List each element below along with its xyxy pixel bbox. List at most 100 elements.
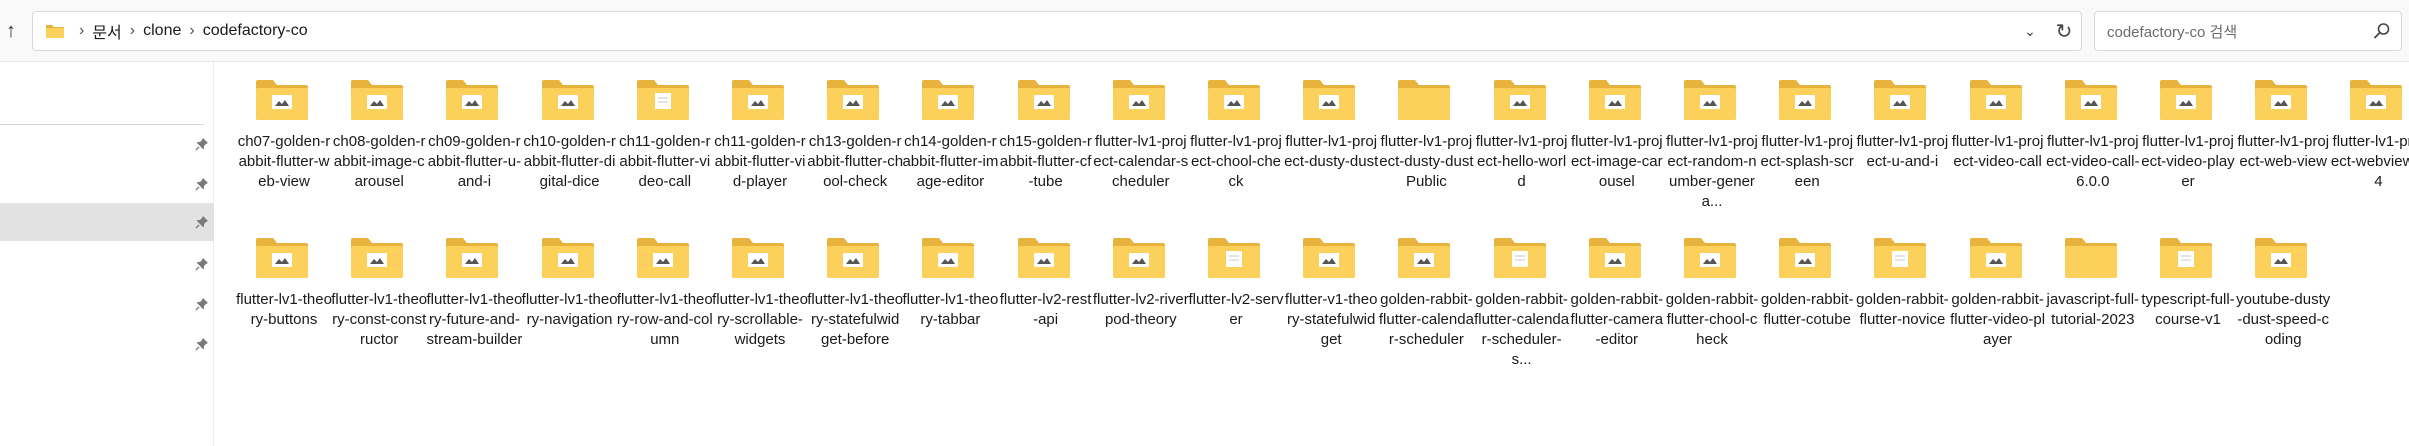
folder-icon xyxy=(922,80,975,120)
address-bar[interactable]: › 문서 › clone › codefactory-co ⌄ ↻ xyxy=(32,11,2082,51)
folder-label: flutter-lv1-project-calendar-scheduler xyxy=(1093,133,1189,190)
folder-item[interactable]: flutter-lv2-server xyxy=(1188,228,1284,368)
pin-icon xyxy=(195,178,208,191)
breadcrumb-documents[interactable]: 문서 xyxy=(92,19,121,43)
search-icon[interactable] xyxy=(2373,22,2391,40)
folder-icon xyxy=(1208,80,1260,120)
folder-item[interactable]: flutter-lv1-project-web-view xyxy=(2235,70,2329,210)
chevron-down-icon[interactable]: ⌄ xyxy=(2013,23,2047,40)
folder-label: flutter-lv2-riverpod-theory xyxy=(1092,291,1189,328)
address-toolbar: ↑ › 문서 › clone › codefactory-co ⌄ ↻ xyxy=(0,0,2409,62)
up-button[interactable]: ↑ xyxy=(0,15,22,47)
folder-item[interactable]: flutter-lv1-theory-future-and-stream-bui… xyxy=(426,228,522,368)
folder-item[interactable]: flutter-lv1-project-dusty-dust Public xyxy=(1378,70,1474,210)
folder-item[interactable]: flutter-lv1-theory-buttons xyxy=(236,228,332,368)
folder-label: flutter-lv1-theory-future-and-stream-bui… xyxy=(426,291,523,348)
folder-item[interactable]: flutter-v1-theory-statefulwidget xyxy=(1283,228,1377,368)
folder-item[interactable]: flutter-lv1-theory-statefulwidget-before xyxy=(807,228,903,368)
folder-icon xyxy=(1684,238,1736,278)
folder-item[interactable]: golden-rabbit-flutter-calendar-scheduler… xyxy=(1474,228,1569,368)
folder-item[interactable]: typescript-full-course-v1 xyxy=(2140,228,2235,368)
folder-icon xyxy=(922,238,975,278)
folder-icon xyxy=(1588,80,1641,120)
folder-item[interactable]: flutter-lv1-theory-row-and-column xyxy=(617,228,713,368)
pin-icon xyxy=(195,298,208,311)
nav-pinned-item[interactable] xyxy=(0,165,214,203)
nav-pinned-item[interactable] xyxy=(0,125,214,163)
folder-item[interactable]: flutter-lv2-riverpod-theory xyxy=(1093,228,1189,368)
folder-item[interactable]: flutter-lv1-project-video-call xyxy=(1950,70,2043,210)
folder-label: flutter-lv1-project-dusty-dust xyxy=(1284,133,1379,170)
folder-item[interactable]: flutter-lv1-project-u-and-i xyxy=(1854,70,1948,210)
folder-item[interactable]: flutter-lv1-project-webview-v4 xyxy=(2330,70,2409,210)
folder-item[interactable]: flutter-lv1-project-hello-world xyxy=(1474,70,1567,210)
breadcrumb-codefactory-co[interactable]: codefactory-co xyxy=(203,22,308,40)
folder-icon xyxy=(1398,80,1451,120)
folder-icon xyxy=(2255,80,2308,120)
folder-item[interactable]: flutter-lv1-theory-navigation xyxy=(522,228,618,368)
folder-item[interactable]: ch11-golden-rabbit-flutter-video-call xyxy=(617,70,711,210)
folder-label: flutter-lv1-project-dusty-dust Public xyxy=(1379,133,1474,190)
folder-icon xyxy=(256,238,308,278)
refresh-icon[interactable]: ↻ xyxy=(2047,19,2081,44)
folder-icon xyxy=(1684,80,1736,120)
folder-label: flutter-v1-theory-statefulwidget xyxy=(1284,291,1378,348)
nav-pinned-item[interactable] xyxy=(0,285,214,323)
folder-label: flutter-lv1-project-random-number-genera… xyxy=(1666,133,1758,210)
folder-item[interactable]: flutter-lv1-project-image-carousel xyxy=(1569,70,1663,210)
folder-label: golden-rabbit-flutter-calendar-scheduler xyxy=(1378,291,1474,348)
folder-item[interactable]: flutter-lv1-project-calendar-scheduler xyxy=(1093,70,1188,210)
folder-item[interactable]: golden-rabbit-flutter-video-player xyxy=(1950,228,2045,368)
folder-label: flutter-lv2-rest-api xyxy=(999,291,1092,328)
folder-icon xyxy=(1112,238,1165,278)
folder-item[interactable]: flutter-lv2-rest-api xyxy=(998,228,1091,368)
folder-item[interactable]: ch09-golden-rabbit-flutter-u-and-i xyxy=(426,70,521,210)
folder-icon xyxy=(1588,238,1641,278)
nav-pinned-item[interactable] xyxy=(0,245,214,283)
folder-item[interactable]: flutter-lv1-theory-scrollable-widgets xyxy=(712,228,808,368)
folder-item[interactable]: javascript-full-tutorial-2023 xyxy=(2045,228,2139,368)
folder-item[interactable]: ch11-golden-rabbit-flutter-vid-player xyxy=(712,70,806,210)
folder-label: flutter-lv2-server xyxy=(1188,291,1284,328)
search-input[interactable] xyxy=(2105,12,2359,52)
folder-item[interactable]: flutter-lv1-project-random-number-genera… xyxy=(1664,70,1758,210)
pin-icon xyxy=(195,216,208,229)
folder-item[interactable]: flutter-lv1-theory-tabbar xyxy=(902,228,998,368)
folder-icon xyxy=(827,238,880,278)
breadcrumb-clone[interactable]: clone xyxy=(143,22,181,40)
nav-pinned-item[interactable] xyxy=(0,325,214,363)
folder-item[interactable]: golden-rabbit-flutter-camera-editor xyxy=(1569,228,1663,368)
folder-label: golden-rabbit-flutter-video-player xyxy=(1950,291,2046,348)
folder-label: golden-rabbit-flutter-cotube xyxy=(1760,291,1854,328)
folder-item[interactable]: ch13-golden-rabbit-flutter-chool-check xyxy=(807,70,903,210)
folder-item[interactable]: golden-rabbit-flutter-chool-check xyxy=(1664,228,1758,368)
folder-item[interactable]: flutter-lv1-project-chool-check xyxy=(1188,70,1282,210)
folder-icon xyxy=(732,238,784,278)
folder-item[interactable]: ch10-golden-rabbit-flutter-digital-dice xyxy=(522,70,616,210)
folder-item[interactable]: ch07-golden-rabbit-flutter-web-view xyxy=(236,70,330,210)
folder-item[interactable]: golden-rabbit-flutter-calendar-scheduler xyxy=(1378,228,1474,368)
search-box xyxy=(2094,11,2402,52)
breadcrumb-separator-icon: › xyxy=(189,22,195,39)
folder-label: flutter-lv1-project-image-carousel xyxy=(1570,133,1663,190)
folder-icon xyxy=(351,238,404,278)
folder-label: ch15-golden-rabbit-flutter-cf-tube xyxy=(999,133,1092,190)
folder-icon xyxy=(446,238,499,278)
navigation-pane xyxy=(0,62,214,446)
folder-item[interactable]: flutter-lv1-project-video-call-6.0.0 xyxy=(2045,70,2139,210)
nav-pinned-item[interactable] xyxy=(0,203,214,241)
folder-item[interactable]: ch08-golden-rabbit-image-carousel xyxy=(331,70,425,210)
folder-icon xyxy=(1017,238,1070,278)
folder-item[interactable]: flutter-lv1-project-video-player xyxy=(2140,70,2235,210)
folder-item[interactable]: youtube-dusty-dust-speed-coding xyxy=(2235,228,2330,368)
folder-item[interactable]: ch14-golden-rabbit-flutter-image-editor xyxy=(902,70,998,210)
folder-item[interactable]: flutter-lv1-project-splash-screen xyxy=(1759,70,1854,210)
folder-item[interactable]: flutter-lv1-project-dusty-dust xyxy=(1283,70,1378,210)
folder-label: flutter-lv1-project-web-view xyxy=(2237,133,2330,170)
folder-item[interactable]: ch15-golden-rabbit-flutter-cf-tube xyxy=(998,70,1092,210)
folder-label: golden-rabbit-flutter-calendar-scheduler… xyxy=(1474,291,1570,368)
folder-item[interactable]: golden-rabbit-flutter-novice xyxy=(1854,228,1949,368)
folder-item[interactable]: golden-rabbit-flutter-cotube xyxy=(1759,228,1853,368)
folder-item[interactable]: flutter-lv1-theory-const-constructor xyxy=(331,228,427,368)
folder-icon xyxy=(1969,80,2022,120)
